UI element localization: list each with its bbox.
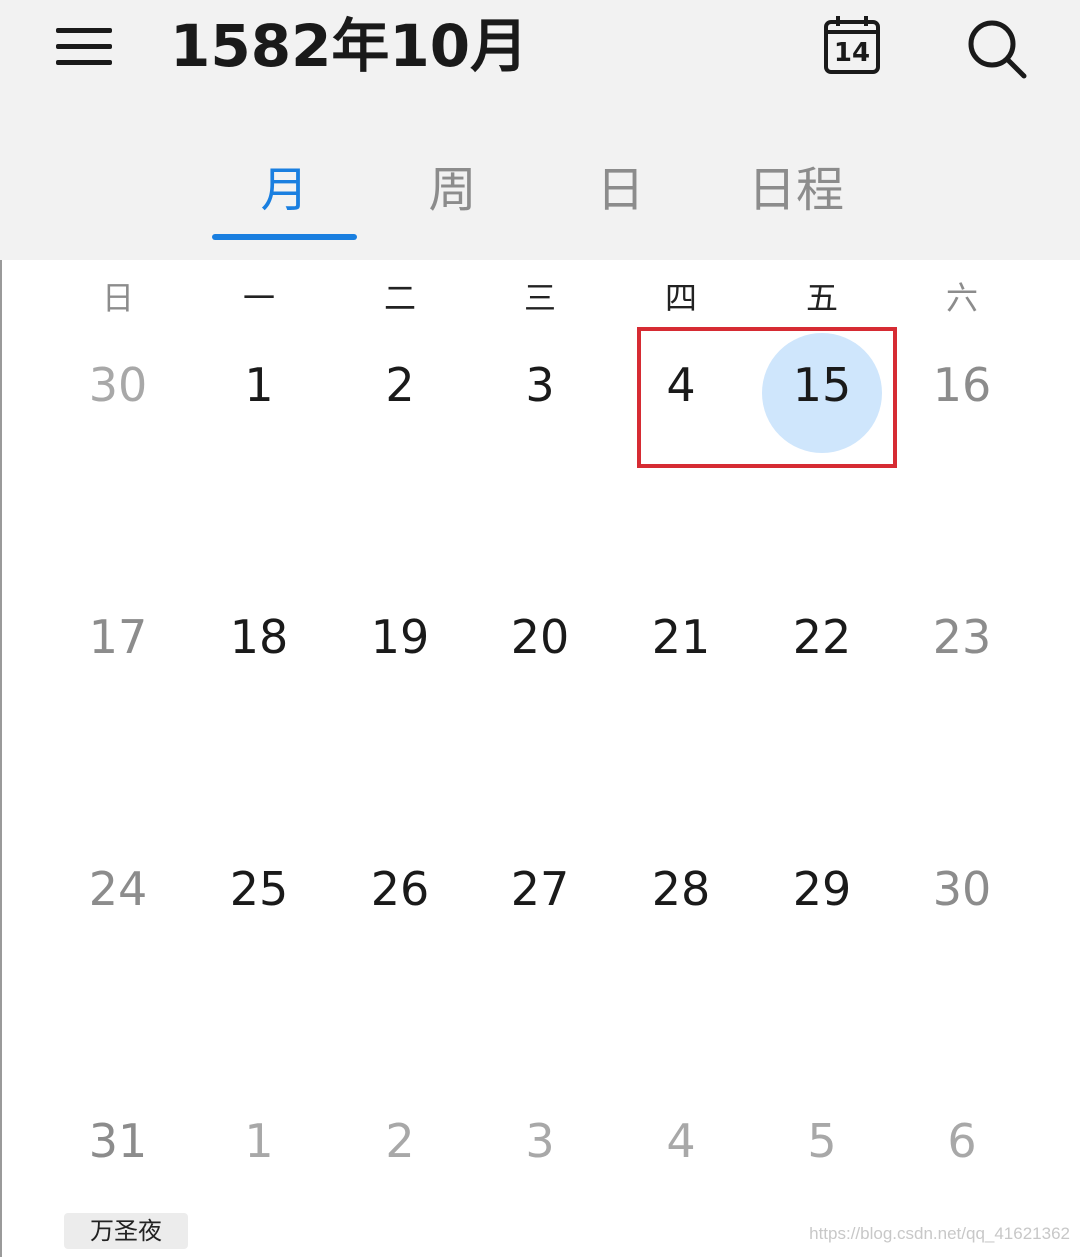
tab-agenda[interactable]: 日程 [716,150,876,236]
day-number: 3 [525,358,555,412]
weekday-sun: 日 [101,279,134,317]
weekday-fri: 五 [805,279,838,317]
day-number: 6 [947,1114,977,1168]
day-number: 23 [932,610,992,664]
day-cell[interactable]: 18 [189,582,329,702]
day-cell[interactable]: 31 [48,1086,188,1206]
today-date-number: 14 [833,38,871,68]
day-number: 4 [666,358,696,412]
tab-month[interactable]: 月 [212,150,357,236]
day-cell[interactable]: 16 [892,330,1032,450]
weekday-thu: 四 [664,279,697,317]
day-cell[interactable]: 2 [330,330,470,450]
day-number: 22 [792,610,852,664]
event-chip-halloween[interactable]: 万圣夜 [64,1213,188,1249]
watermark-text: https://blog.csdn.net/qq_41621362 [809,1224,1070,1243]
day-cell[interactable]: 24 [48,834,188,954]
day-cell[interactable]: 1 [189,1086,329,1206]
app-header: 1582年10月 14 月 周 日 日程 [0,0,1080,260]
day-cell[interactable]: 29 [752,834,892,954]
search-icon[interactable] [964,16,1028,80]
day-number: 31 [88,1114,148,1168]
active-tab-indicator [212,234,357,240]
day-cell[interactable]: 20 [470,582,610,702]
day-number: 30 [932,862,992,916]
day-cell[interactable]: 30 [892,834,1032,954]
weekday-wed: 三 [523,279,556,317]
day-cell[interactable]: 1 [189,330,329,450]
day-cell[interactable]: 4 [611,1086,751,1206]
day-number: 20 [510,610,570,664]
weekday-header: 日 一 二 三 四 五 六 [0,270,1080,326]
day-cell[interactable]: 3 [470,330,610,450]
day-cell[interactable]: 21 [611,582,751,702]
day-cell[interactable]: 3 [470,1086,610,1206]
day-number: 27 [510,862,570,916]
day-number: 15 [792,358,852,412]
day-cell[interactable]: 30 [48,330,188,450]
day-cell[interactable]: 28 [611,834,751,954]
day-number: 25 [229,862,289,916]
day-number: 2 [385,1114,415,1168]
weekday-tue: 二 [383,279,416,317]
weekday-mon: 一 [242,279,275,317]
day-cell[interactable]: 2 [330,1086,470,1206]
day-cell-selected[interactable]: 15 [752,330,892,450]
tab-week[interactable]: 周 [380,150,525,236]
tab-day[interactable]: 日 [548,150,693,236]
today-calendar-icon[interactable]: 14 [822,14,882,76]
day-number: 2 [385,358,415,412]
day-cell[interactable]: 19 [330,582,470,702]
day-number: 21 [651,610,711,664]
day-number: 19 [370,610,430,664]
day-number: 1 [244,1114,274,1168]
day-cell[interactable]: 22 [752,582,892,702]
day-cell[interactable]: 17 [48,582,188,702]
day-cell[interactable]: 25 [189,834,329,954]
day-number: 29 [792,862,852,916]
page-title: 1582年10月 [170,12,529,80]
view-tabs: 月 周 日 日程 [0,150,1080,246]
day-cell[interactable]: 6 [892,1086,1032,1206]
day-number: 28 [651,862,711,916]
day-cell[interactable]: 26 [330,834,470,954]
menu-icon[interactable] [56,24,114,68]
weekday-sat: 六 [945,279,978,317]
day-number: 26 [370,862,430,916]
day-number: 16 [932,358,992,412]
day-cell[interactable]: 4 [611,330,751,450]
day-cell[interactable]: 27 [470,834,610,954]
day-cell[interactable]: 23 [892,582,1032,702]
day-cell[interactable]: 5 [752,1086,892,1206]
day-number: 4 [666,1114,696,1168]
day-number: 5 [807,1114,837,1168]
day-number: 18 [229,610,289,664]
day-number: 1 [244,358,274,412]
day-number: 24 [88,862,148,916]
day-number: 17 [88,610,148,664]
day-number: 3 [525,1114,555,1168]
day-number: 30 [88,358,148,412]
